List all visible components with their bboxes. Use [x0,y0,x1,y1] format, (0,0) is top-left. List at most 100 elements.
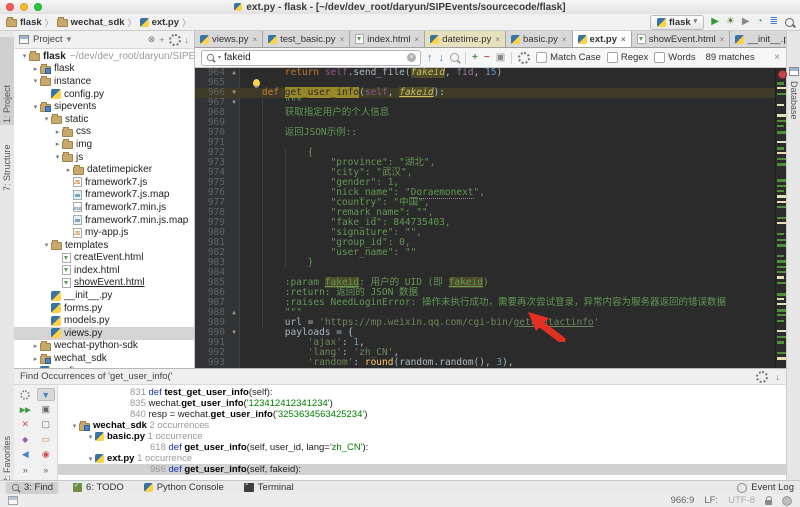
stripe-mark[interactable] [777,281,786,284]
tree-item[interactable]: ▾ js [14,151,194,164]
tree-item[interactable]: models.py [14,314,194,327]
stripe-mark[interactable] [777,103,784,106]
event-log-button[interactable]: Event Log [737,482,794,493]
find-result-row[interactable]: ▾ basic.py 1 occurrence [58,431,786,442]
filter-icon[interactable]: ▼ [36,388,55,401]
tree-item[interactable]: framework7.min.js.map [14,214,194,227]
hide-panel-icon[interactable]: ↓ [185,35,190,45]
stripe-mark[interactable] [777,119,786,122]
stripe-mark[interactable] [777,319,784,322]
stripe-mark[interactable] [777,308,786,312]
hide-find-panel-icon[interactable]: ↓ [776,372,781,382]
match-case-checkbox[interactable]: Match Case [536,52,601,63]
stripe-mark[interactable] [777,357,786,361]
close-tab-icon[interactable]: × [621,35,626,44]
tree-item[interactable]: ▸ datetimepicker [14,163,194,176]
close-icon[interactable]: ✕ [16,418,35,431]
tree-item[interactable]: forms.py [14,302,194,315]
file-encoding[interactable]: UTF-8 [728,495,755,506]
chevron-down-icon[interactable]: ▾ [42,241,51,249]
stripe-mark[interactable] [777,217,786,219]
chevron-down-icon[interactable]: ▾ [86,455,95,463]
tree-item[interactable]: ▸ wechat-python-sdk [14,340,194,353]
editor-line[interactable]: 968 获取指定用户的个人信息 [195,108,775,118]
tree-item[interactable]: config.py [14,88,194,101]
stripe-mark[interactable] [777,163,786,166]
stripe-mark[interactable] [777,114,786,118]
chevron-right-icon[interactable]: ▸ [53,140,62,148]
search-input[interactable] [224,52,404,63]
chevron-down-icon[interactable]: ▾ [53,153,62,161]
stripe-mark[interactable] [777,271,786,273]
close-tab-icon[interactable]: × [562,35,567,44]
tree-item[interactable]: ▾ instance [14,75,194,88]
search-settings-gear-icon[interactable] [518,51,531,64]
autoscroll-icon[interactable]: ◉ [37,448,56,461]
breadcrumb-item[interactable]: wechat_sdk [56,17,125,28]
tool-button-project[interactable]: 1: Project [2,85,12,123]
add-selection-icon[interactable]: + [472,52,478,63]
stripe-mark[interactable] [777,292,786,296]
editor-line[interactable]: 993 'random': round(random.random(), 3), [195,358,775,368]
breadcrumb-item[interactable]: flask [6,17,42,28]
find-result-row[interactable]: ▾ wechat_sdk 2 occurrences [58,420,786,431]
tree-item[interactable]: framework7.js [14,176,194,189]
stripe-mark[interactable] [777,87,786,90]
fold-down-icon[interactable]: ▼ [229,88,239,98]
stripe-mark[interactable] [777,233,784,236]
gear-icon[interactable] [168,33,181,46]
tree-item[interactable]: ▾ static [14,113,194,126]
stripe-mark[interactable] [777,190,784,192]
find-settings-gear-icon[interactable] [755,370,768,383]
stripe-mark[interactable] [777,141,786,144]
search-field[interactable]: ▾ × [201,49,421,66]
tool-window-todo[interactable]: 6: TODO [68,482,129,494]
tool-window-python-console[interactable]: Python Console [139,482,229,494]
stripe-mark[interactable] [777,260,786,264]
chevron-down-icon[interactable]: ▾ [42,115,51,123]
chevron-right-icon[interactable]: ▸ [53,128,62,136]
stripe-mark[interactable] [777,152,786,155]
editor-tab[interactable]: datetime.py × [425,31,507,47]
stripe-mark[interactable] [777,254,784,257]
editor-tab[interactable]: index.html × [350,31,426,47]
stripe-mark[interactable] [777,298,784,300]
find-result-row[interactable]: 966 def get_user_info (self, fakeid): [58,464,786,475]
stripe-mark[interactable] [777,330,786,333]
tree-item[interactable]: views.py [14,327,194,340]
group-by-icon[interactable]: ▣ [37,403,56,416]
fold-up-icon[interactable]: ▲ [229,68,239,78]
close-window-button[interactable] [6,3,14,11]
stripe-mark[interactable] [777,314,786,317]
select-all-occurrences-icon[interactable]: ▣ [496,52,505,63]
chevron-right-icon[interactable]: ▸ [64,166,73,174]
concurrency-diagram-button[interactable]: ≣ [770,17,778,27]
highlighting-level-icon[interactable] [782,495,792,506]
fold-up-icon[interactable]: ▲ [229,308,239,318]
chevron-right-icon[interactable]: ▸ [31,342,40,350]
debug-button[interactable]: ☀ [726,17,735,27]
stripe-mark[interactable] [777,276,784,280]
expand-icon[interactable]: ▭ [37,433,56,446]
run-configuration-select[interactable]: flask ▾ [650,14,705,30]
stripe-mark[interactable] [777,341,784,345]
find-result-row[interactable]: 840 resp = wechat. get_user_info('3253634… [58,409,786,420]
run-with-coverage-button[interactable]: ▶ [742,17,750,27]
tree-item[interactable]: framework7.min.js [14,201,194,214]
tree-item[interactable]: ▸ wechat_sdk [14,352,194,365]
tree-item[interactable]: creatEvent.html [14,252,194,265]
settings-icon[interactable] [20,389,31,400]
tree-item[interactable]: showEvent.html [14,277,194,290]
stripe-mark[interactable] [777,335,786,338]
tool-window-switcher-icon[interactable] [8,496,18,505]
tool-button-database[interactable]: Database [789,81,799,120]
code-editor[interactable]: 964 ▲ return self.send_file(fakeid, fid, … [195,68,775,368]
minimize-window-button[interactable] [20,3,28,11]
stripe-mark[interactable] [777,179,786,183]
rerun-search-icon[interactable]: ▶▶ [16,403,35,416]
tree-item[interactable]: index.html [14,264,194,277]
tree-item[interactable]: my-app.js [14,226,194,239]
find-all-icon[interactable] [450,53,459,62]
chevron-down-icon[interactable]: ▾ [70,422,79,430]
stripe-mark[interactable] [777,157,786,160]
